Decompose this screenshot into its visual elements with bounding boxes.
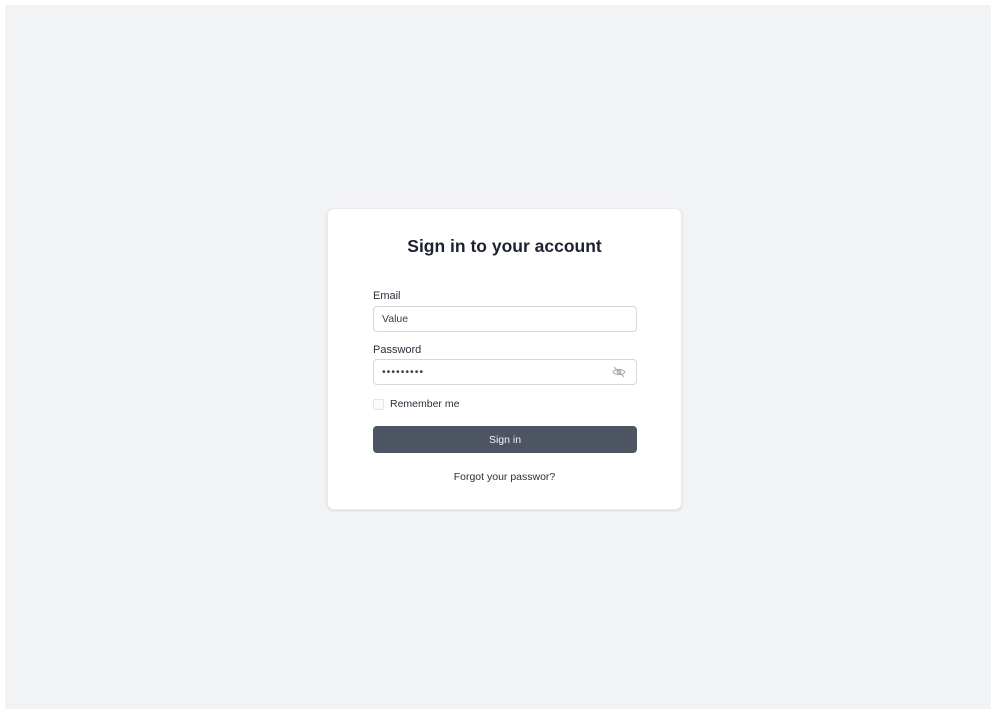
page-background: Sign in to your account Email Password R…: [5, 5, 991, 709]
email-field[interactable]: [373, 306, 637, 332]
email-label: Email: [373, 290, 401, 302]
remember-me-label: Remember me: [390, 398, 460, 410]
password-field[interactable]: [373, 359, 637, 385]
page-title: Sign in to your account: [407, 236, 602, 256]
password-label: Password: [373, 344, 422, 356]
sign-in-button[interactable]: Sign in: [373, 426, 637, 453]
checkbox-box[interactable]: [373, 398, 384, 410]
sign-in-card: Sign in to your account Email Password R…: [327, 208, 682, 510]
remember-me-checkbox[interactable]: Remember me: [373, 398, 459, 410]
forgot-password-link[interactable]: Forgot your passwor?: [328, 471, 681, 483]
eye-off-icon[interactable]: [612, 366, 626, 378]
